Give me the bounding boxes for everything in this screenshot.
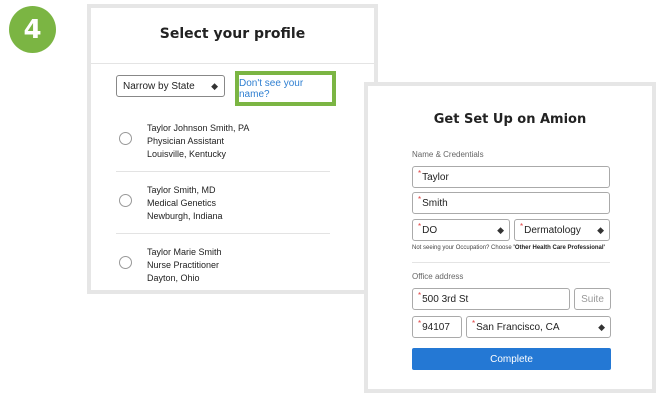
up-down-caret-icon: ◆ (497, 224, 504, 235)
profile-role: Nurse Practitioner (147, 260, 220, 270)
state-filter-select[interactable]: Narrow by State ◆ (116, 75, 225, 97)
profile-radio[interactable] (119, 194, 132, 207)
zip-value: 94107 (422, 321, 450, 333)
state-filter-value: Narrow by State (123, 80, 195, 92)
profile-title: Select your profile (159, 26, 306, 42)
profile-details: Taylor Johnson Smith, PA Physician Assis… (147, 122, 249, 161)
profile-location: Louisville, Kentucky (147, 149, 227, 159)
hint-option: 'Other Health Care Professional' (513, 245, 605, 251)
last-name-field[interactable]: *Smith (412, 192, 610, 214)
profile-radio[interactable] (119, 132, 132, 145)
setup-title: Get Set Up on Amion (433, 112, 587, 127)
required-marker: * (418, 221, 422, 231)
name-section-label: Name & Credentials (412, 150, 484, 159)
city-value: San Francisco, CA (476, 321, 560, 333)
divider (91, 63, 374, 64)
specialty-value: Dermatology (524, 224, 581, 236)
hint-text: Not seeing your Occupation? Choose (412, 245, 514, 251)
profile-name: Taylor Marie Smith (147, 247, 222, 257)
suite-field[interactable]: Suite (574, 288, 611, 310)
zip-field[interactable]: *94107 (412, 316, 462, 338)
profile-location: Dayton, Ohio (147, 273, 200, 283)
suite-placeholder: Suite (581, 293, 604, 305)
required-marker: * (418, 318, 422, 328)
occupation-value: DO (422, 224, 438, 236)
office-section-label: Office address (412, 272, 464, 281)
complete-button[interactable]: Complete (412, 348, 611, 370)
profile-option[interactable]: Taylor Marie Smith Nurse Practitioner Da… (116, 234, 330, 295)
profile-option[interactable]: Taylor Smith, MD Medical Genetics Newbur… (116, 172, 330, 234)
last-name-value: Smith (422, 197, 448, 209)
occupation-hint: Not seeing your Occupation? Choose 'Othe… (412, 245, 605, 251)
required-marker: * (418, 168, 422, 178)
missing-name-highlight: Don't see your name? (235, 71, 336, 106)
profile-option[interactable]: Taylor Johnson Smith, PA Physician Assis… (116, 110, 330, 172)
required-marker: * (520, 221, 524, 231)
profile-name: Taylor Johnson Smith, PA (147, 123, 250, 133)
profile-list: Taylor Johnson Smith, PA Physician Assis… (116, 110, 330, 295)
setup-card: Get Set Up on Amion Name & Credentials *… (364, 82, 656, 393)
required-marker: * (418, 194, 422, 204)
select-profile-card: Select your profile Narrow by State ◆ Do… (87, 4, 378, 294)
profile-name: Taylor Smith, MD (147, 185, 216, 195)
profile-location: Newburgh, Indiana (147, 211, 223, 221)
city-select[interactable]: *San Francisco, CA ◆ (466, 316, 611, 338)
street-field[interactable]: *500 3rd St (412, 288, 570, 310)
occupation-select[interactable]: *DO ◆ (412, 219, 510, 241)
step-number-badge: 4 (9, 6, 56, 53)
street-value: 500 3rd St (422, 293, 469, 305)
up-down-caret-icon: ◆ (597, 224, 604, 235)
first-name-value: Taylor (422, 171, 449, 183)
up-down-caret-icon: ◆ (598, 321, 605, 332)
dont-see-name-link[interactable]: Don't see your name? (239, 78, 332, 100)
profile-role: Physician Assistant (147, 136, 225, 146)
required-marker: * (472, 318, 476, 328)
up-down-caret-icon: ◆ (211, 80, 218, 91)
profile-radio[interactable] (119, 256, 132, 269)
profile-details: Taylor Smith, MD Medical Genetics Newbur… (147, 184, 223, 223)
required-marker: * (418, 290, 422, 300)
first-name-field[interactable]: *Taylor (412, 166, 610, 188)
profile-role: Medical Genetics (147, 198, 217, 208)
specialty-select[interactable]: *Dermatology ◆ (514, 219, 610, 241)
divider (412, 262, 610, 263)
profile-details: Taylor Marie Smith Nurse Practitioner Da… (147, 246, 222, 285)
